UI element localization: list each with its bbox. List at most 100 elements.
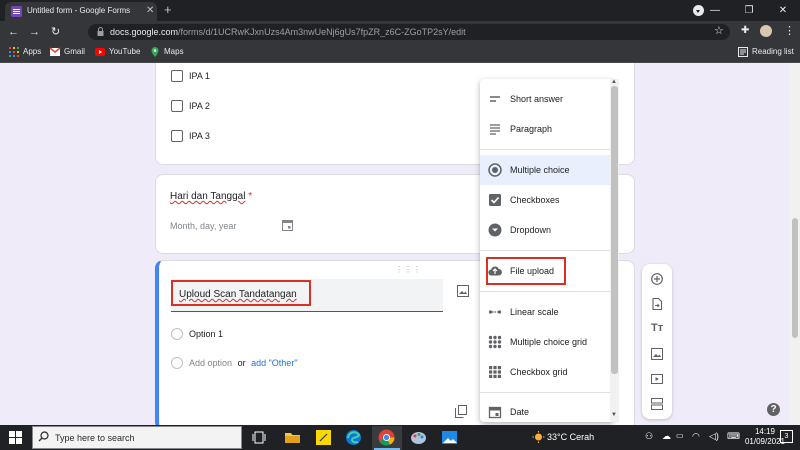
checkbox-icon (171, 130, 183, 142)
or-text: or (237, 358, 246, 368)
duplicate-icon[interactable] (455, 405, 467, 418)
url-path: /forms/d/1UCRwKJxnUzs4Am3nwUeNj6gUs7fpZR… (178, 27, 466, 37)
menu-item-label: File upload (510, 266, 555, 276)
bookmark-gmail[interactable]: Gmail (50, 46, 85, 58)
notifications-icon[interactable]: 3 (780, 430, 793, 443)
menu-divider (480, 149, 614, 150)
battery-icon[interactable]: ▭ (676, 431, 684, 440)
edge-browser-icon[interactable] (345, 429, 362, 446)
notification-count: 3 (784, 433, 789, 440)
temperature: 33°C (547, 432, 568, 442)
menu-item-checkboxes[interactable]: Checkboxes (480, 185, 614, 215)
bookmark-maps[interactable]: Maps (150, 46, 184, 58)
avatar[interactable] (760, 25, 772, 37)
tab-close-icon[interactable]: ✕ (146, 5, 154, 17)
bookmark-label: Gmail (64, 47, 85, 56)
forward-icon[interactable]: → (29, 25, 40, 39)
scroll-up-icon[interactable]: ▲ (611, 79, 617, 85)
menu-item-date[interactable]: Date (480, 397, 614, 422)
add-question-icon[interactable] (651, 273, 663, 285)
menu-item-dropdown[interactable]: Dropdown (480, 215, 614, 245)
url-text[interactable]: docs.google.com/forms/d/1UCRwKJxnUzs4Am3… (110, 26, 466, 38)
menu-divider (480, 291, 614, 292)
bookmark-youtube[interactable]: YouTube (95, 46, 140, 58)
help-icon[interactable]: ? (767, 403, 780, 416)
menu-item-short-answer[interactable]: Short answer (480, 84, 614, 114)
bookmark-label: Maps (164, 47, 184, 56)
add-title-icon[interactable]: Tт (651, 322, 663, 334)
reload-icon[interactable]: ↻ (51, 25, 60, 39)
bookmark-label: YouTube (109, 47, 141, 56)
menu-item-label: Short answer (510, 94, 564, 104)
question-title-text: Hari dan Tanggal (170, 191, 246, 202)
menu-item-label: Checkbox grid (510, 367, 568, 377)
checkbox-icon (171, 100, 183, 112)
new-tab-icon[interactable]: + (164, 3, 172, 16)
menu-item-checkbox-grid[interactable]: Checkbox grid (480, 357, 614, 387)
weather-sun-icon[interactable] (532, 431, 545, 443)
lock-icon[interactable] (97, 27, 104, 36)
add-section-icon[interactable] (651, 398, 663, 410)
add-video-icon[interactable] (651, 373, 663, 385)
extensions-icon[interactable]: ✚ (741, 25, 749, 36)
restore-icon[interactable]: ❐ (732, 0, 766, 21)
option-label: IPA 2 (189, 101, 210, 111)
grid-squares-icon (489, 366, 501, 378)
bookmark-star-icon[interactable]: ☆ (714, 24, 724, 37)
option-label: IPA 1 (189, 71, 210, 81)
menu-item-label: Date (510, 407, 530, 417)
question-title-text: Uploud Scan Tandatangan (179, 289, 297, 300)
paint-icon[interactable] (410, 429, 427, 446)
network-icon[interactable]: ◠ (692, 431, 700, 442)
import-questions-icon[interactable] (651, 298, 663, 310)
menu-item-paragraph[interactable]: Paragraph (480, 114, 614, 144)
windows-start-icon[interactable] (9, 431, 22, 444)
back-icon[interactable]: ← (8, 25, 19, 39)
menu-item-file-upload[interactable]: File upload (480, 256, 614, 286)
option-text[interactable]: Option 1 (189, 328, 223, 340)
menu-item-linear-scale[interactable]: Linear scale (480, 297, 614, 327)
menu-divider (480, 392, 614, 393)
menu-item-multiple-choice-grid[interactable]: Multiple choice grid (480, 327, 614, 357)
add-option-link[interactable]: Add option (189, 358, 232, 368)
add-image-icon[interactable] (651, 348, 663, 360)
option-label: IPA 3 (189, 131, 210, 141)
file-explorer-icon[interactable] (284, 429, 301, 446)
photos-icon[interactable] (441, 429, 458, 446)
add-image-icon[interactable] (457, 285, 469, 297)
people-icon[interactable]: ⚇ (645, 431, 653, 442)
page-scrollbar-thumb[interactable] (792, 218, 798, 338)
add-other-link[interactable]: add "Other" (251, 358, 297, 368)
radio-button-icon (171, 357, 183, 369)
scroll-down-icon[interactable]: ▼ (611, 412, 617, 418)
volume-icon[interactable]: ◁) (709, 431, 719, 442)
bookmark-label: Apps (23, 47, 42, 56)
url-host: docs.google.com (110, 27, 179, 37)
menu-scrollbar-thumb[interactable] (611, 86, 618, 374)
window-controls: — ❐ ✕ (698, 0, 800, 21)
calendar-icon (488, 406, 502, 419)
add-option-row: Add option or add "Other" (189, 357, 298, 369)
menu-item-multiple-choice[interactable]: Multiple choice (480, 155, 614, 185)
question-title-input[interactable]: Uploud Scan Tandatangan (171, 279, 443, 312)
short-answer-icon (490, 96, 500, 102)
sticky-notes-icon[interactable] (315, 429, 332, 446)
menu-item-label: Paragraph (510, 124, 553, 134)
calendar-icon (282, 220, 293, 231)
weather-widget[interactable]: 33°C Cerah (547, 431, 594, 443)
minimize-icon[interactable]: — (698, 0, 732, 21)
browser-menu-icon[interactable]: ⋮ (784, 24, 795, 37)
reading-list-label: Reading list (752, 47, 794, 56)
maps-icon (151, 47, 159, 57)
reading-list[interactable]: Reading list (738, 46, 794, 58)
search-icon (38, 431, 49, 442)
onedrive-cloud-icon[interactable]: ☁ (662, 431, 671, 442)
drag-handle-icon[interactable]: ⋮⋮⋮ (395, 265, 422, 274)
chrome-icon[interactable] (378, 429, 395, 446)
close-window-icon[interactable]: ✕ (766, 0, 800, 21)
task-view-icon[interactable] (251, 429, 268, 446)
bookmark-apps[interactable]: Apps (9, 46, 41, 58)
required-asterisk: * (248, 191, 253, 202)
keyboard-icon[interactable]: ⌨ (727, 431, 740, 442)
browser-tab[interactable]: Untitled form - Google Forms ✕ (5, 2, 157, 21)
